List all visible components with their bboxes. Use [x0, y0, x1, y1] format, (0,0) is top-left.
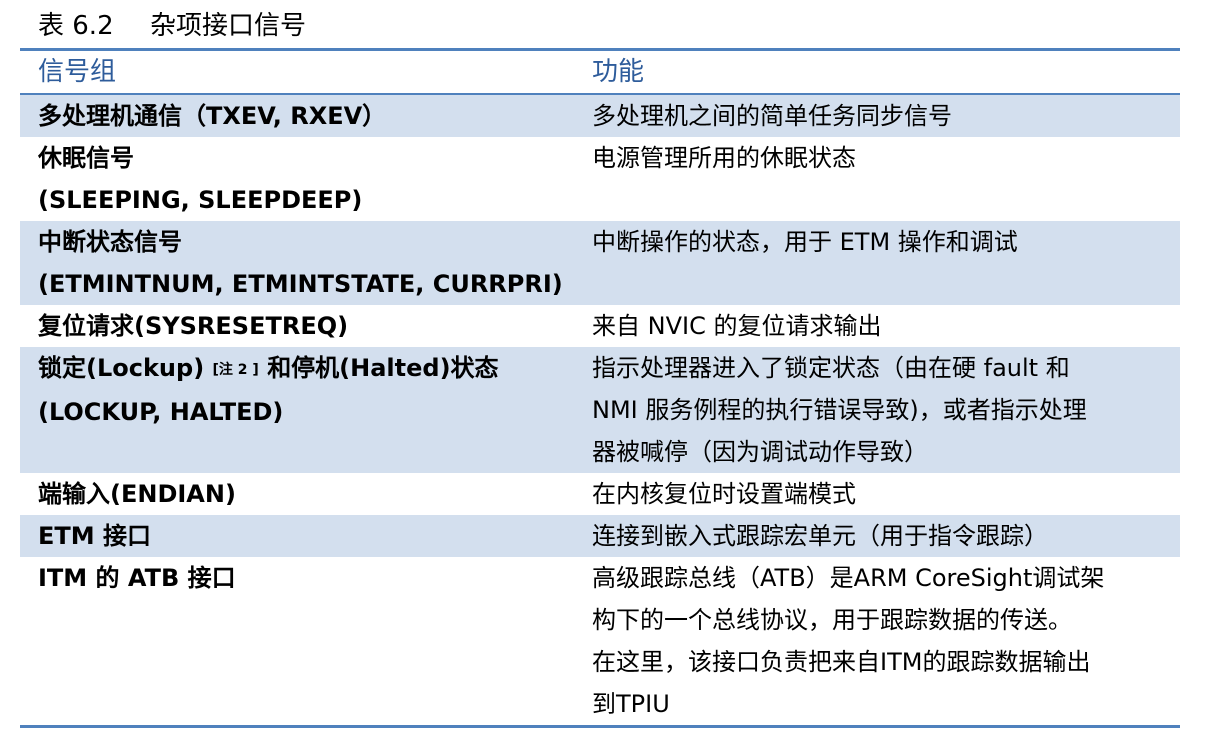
function-cell: 来自 NVIC 的复位请求输出 [576, 305, 1180, 347]
signal-text: ETM 接口 [38, 522, 152, 550]
function-cell: 在内核复位时设置端模式 [576, 473, 1180, 515]
function-text: NMI 服务例程的执行错误导致)，或者指示处理 [592, 396, 1087, 424]
function-text: 来自 NVIC 的复位请求输出 [592, 312, 882, 340]
table-row: 端输入(ENDIAN) 在内核复位时设置端模式 [20, 473, 1180, 515]
function-cell: 中断操作的状态，用于 ETM 操作和调试 [576, 221, 1180, 305]
signal-text: 休眠信号 [38, 144, 134, 172]
signal-text: (ETMINTNUM, ETMINTSTATE, CURRPRI) [38, 270, 563, 298]
signal-table: 信号组 功能 多处理机通信（TXEV, RXEV） 多处理机之间的简单任务同步信… [20, 48, 1180, 728]
signal-text-part: 锁定(Lockup) [38, 354, 205, 382]
signal-cell: 复位请求(SYSRESETREQ) [20, 305, 576, 347]
signal-cell: ETM 接口 [20, 515, 576, 557]
function-text: 到TPIU [592, 690, 670, 718]
function-text: 指示处理器进入了锁定状态（由在硬 fault 和 [592, 354, 1070, 382]
signal-text: 多处理机通信（TXEV, RXEV） [38, 102, 387, 130]
table-bottom-rule [20, 725, 1180, 728]
table-row: ITM 的 ATB 接口 高级跟踪总线（ATB）是ARM CoreSight调试… [20, 557, 1180, 725]
table-row: 锁定(Lockup) [注 2 ] 和停机(Halted)状态 (LOCKUP,… [20, 347, 1180, 473]
function-cell: 电源管理所用的休眠状态 [576, 137, 1180, 221]
function-text: 器被喊停（因为调试动作导致） [592, 438, 928, 466]
function-text: 在这里，该接口负责把来自ITM的跟踪数据输出 [592, 648, 1091, 676]
footnote-ref: [注 2 ] [212, 362, 259, 378]
signal-text: 中断状态信号 [38, 228, 182, 256]
table-row: 中断状态信号 (ETMINTNUM, ETMINTSTATE, CURRPRI)… [20, 221, 1180, 305]
signal-text: (SLEEPING, SLEEPDEEP) [38, 186, 363, 214]
function-text: 在内核复位时设置端模式 [592, 480, 856, 508]
signal-text: 锁定(Lockup) [注 2 ] 和停机(Halted)状态 [38, 347, 576, 391]
table-title: 杂项接口信号 [150, 11, 307, 41]
function-text: 高级跟踪总线（ATB）是ARM CoreSight调试架 [592, 564, 1105, 592]
table-caption: 表 6.2 杂项接口信号 [38, 8, 306, 44]
signal-cell: 锁定(Lockup) [注 2 ] 和停机(Halted)状态 (LOCKUP,… [20, 347, 576, 473]
table-row: 多处理机通信（TXEV, RXEV） 多处理机之间的简单任务同步信号 [20, 95, 1180, 137]
function-cell: 多处理机之间的简单任务同步信号 [576, 95, 1180, 137]
function-text: 构下的一个总线协议，用于跟踪数据的传送。 [592, 606, 1072, 634]
header-function: 功能 [592, 57, 645, 87]
table-number: 表 6.2 [38, 11, 114, 41]
signal-cell: 休眠信号 (SLEEPING, SLEEPDEEP) [20, 137, 576, 221]
table-row: 休眠信号 (SLEEPING, SLEEPDEEP) 电源管理所用的休眠状态 [20, 137, 1180, 221]
function-text: 连接到嵌入式跟踪宏单元（用于指令跟踪） [592, 522, 1048, 550]
function-cell: 指示处理器进入了锁定状态（由在硬 fault 和 NMI 服务例程的执行错误导致… [576, 347, 1180, 473]
table-header: 信号组 功能 [20, 51, 1180, 95]
signal-text: 端输入(ENDIAN) [38, 480, 236, 508]
table-row: ETM 接口 连接到嵌入式跟踪宏单元（用于指令跟踪） [20, 515, 1180, 557]
table-row: 复位请求(SYSRESETREQ) 来自 NVIC 的复位请求输出 [20, 305, 1180, 347]
signal-cell: 端输入(ENDIAN) [20, 473, 576, 515]
function-cell: 连接到嵌入式跟踪宏单元（用于指令跟踪） [576, 515, 1180, 557]
signal-cell: ITM 的 ATB 接口 [20, 557, 576, 725]
signal-text-part: 和停机(Halted)状态 [267, 354, 499, 382]
signal-cell: 中断状态信号 (ETMINTNUM, ETMINTSTATE, CURRPRI) [20, 221, 576, 305]
signal-cell: 多处理机通信（TXEV, RXEV） [20, 95, 576, 137]
function-cell: 高级跟踪总线（ATB）是ARM CoreSight调试架 构下的一个总线协议，用… [576, 557, 1180, 725]
function-text: 多处理机之间的简单任务同步信号 [592, 102, 952, 130]
function-text: 中断操作的状态，用于 ETM 操作和调试 [592, 228, 1018, 256]
function-text: 电源管理所用的休眠状态 [592, 144, 856, 172]
signal-text: 复位请求(SYSRESETREQ) [38, 312, 349, 340]
signal-text: (LOCKUP, HALTED) [38, 398, 284, 426]
header-signal-group: 信号组 [38, 57, 117, 87]
signal-text: ITM 的 ATB 接口 [38, 564, 236, 592]
